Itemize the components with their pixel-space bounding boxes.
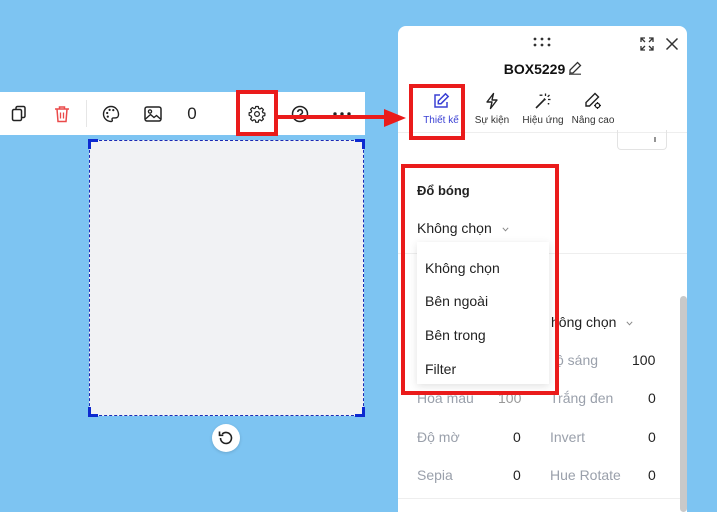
filter-label-brightness: ộ sáng: [556, 352, 599, 368]
partial-input[interactable]: [617, 130, 667, 150]
trash-icon: [55, 105, 69, 122]
tab-effects[interactable]: Hiệu ứng: [520, 92, 566, 126]
delete-button[interactable]: [49, 92, 75, 135]
close-icon[interactable]: [665, 37, 679, 51]
chevron-down-icon: [626, 321, 633, 326]
filter-select[interactable]: hông chọn: [551, 314, 633, 330]
palette-icon: [102, 105, 120, 122]
resize-handle-top-right[interactable]: [355, 139, 365, 149]
filter-value-hue-rotate[interactable]: 0: [648, 467, 656, 483]
stepper-icon: [654, 137, 656, 142]
highlight-settings-button: [236, 90, 278, 136]
image-icon: [144, 105, 162, 122]
toolbar-divider: [86, 100, 87, 127]
filter-value-blur[interactable]: 0: [513, 429, 521, 445]
annotation-arrow: [278, 109, 406, 127]
rotate-handle[interactable]: [212, 424, 240, 452]
resize-handle-top-left[interactable]: [88, 139, 98, 149]
expand-icon[interactable]: [640, 37, 654, 51]
highlight-shadow-section: [401, 164, 559, 395]
panel-title: BOX5229: [398, 61, 687, 77]
filter-value-grayscale[interactable]: 0: [648, 390, 656, 406]
bottom-divider: [398, 498, 687, 499]
tab-events[interactable]: Sự kiện: [472, 92, 512, 126]
panel-scrollbar[interactable]: [680, 296, 687, 512]
style-button[interactable]: [98, 92, 124, 135]
tab-advanced[interactable]: Nâng cao: [570, 92, 616, 126]
resize-handle-bottom-right[interactable]: [355, 407, 365, 417]
resize-handle-bottom-left[interactable]: [88, 407, 98, 417]
filter-label-hue-rotate: Hue Rotate: [550, 467, 621, 483]
selected-box-element[interactable]: [88, 139, 365, 417]
duplicate-button[interactable]: [6, 92, 32, 135]
edit-name-icon[interactable]: [568, 61, 582, 75]
filter-value-invert[interactable]: 0: [648, 429, 656, 445]
lightning-icon: [486, 92, 498, 110]
filter-value-brightness[interactable]: 100: [632, 352, 655, 368]
filter-label-grayscale: Trắng đen: [550, 390, 614, 406]
filter-label-sepia: Sepia: [417, 467, 453, 483]
drag-handle-icon[interactable]: [532, 37, 552, 47]
magic-wand-icon: [535, 93, 551, 109]
rotate-icon: [218, 431, 233, 445]
copy-icon: [11, 105, 26, 122]
filter-label-invert: Invert: [550, 429, 586, 445]
filter-label-blur: Độ mờ: [417, 429, 460, 445]
image-button[interactable]: [140, 92, 166, 135]
filter-value-sepia[interactable]: 0: [513, 467, 521, 483]
counter-value: 0: [187, 103, 197, 123]
gear-pencil-icon: [585, 92, 601, 109]
highlight-design-tab: [409, 84, 465, 140]
